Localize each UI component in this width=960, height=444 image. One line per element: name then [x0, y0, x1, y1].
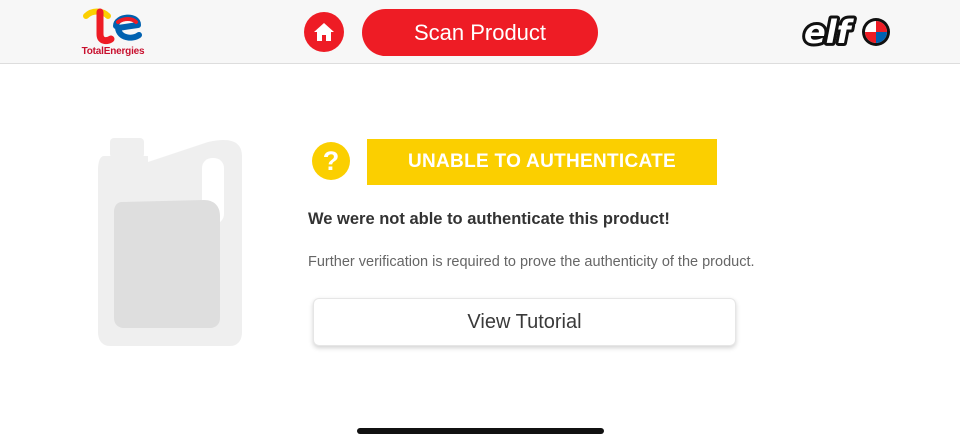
- scan-product-button[interactable]: Scan Product: [362, 9, 598, 56]
- home-icon: [314, 23, 334, 41]
- result-headline: We were not able to authenticate this pr…: [308, 210, 670, 228]
- home-button[interactable]: [304, 12, 344, 52]
- oil-canister-placeholder: [96, 136, 246, 348]
- view-tutorial-button[interactable]: View Tutorial: [313, 298, 736, 346]
- app-header: TotalEnergies Scan Product elf elf: [0, 0, 960, 64]
- svg-text:elf: elf: [804, 14, 855, 50]
- question-icon: ?: [312, 142, 350, 180]
- elf-logo: elf elf: [801, 10, 894, 54]
- result-description: Further verification is required to prov…: [308, 254, 755, 270]
- totalenergies-logo: TotalEnergies: [78, 8, 148, 58]
- totalenergies-logo-text: TotalEnergies: [81, 46, 145, 57]
- home-indicator-bar[interactable]: [357, 428, 604, 434]
- status-badge: UNABLE TO AUTHENTICATE: [367, 139, 717, 185]
